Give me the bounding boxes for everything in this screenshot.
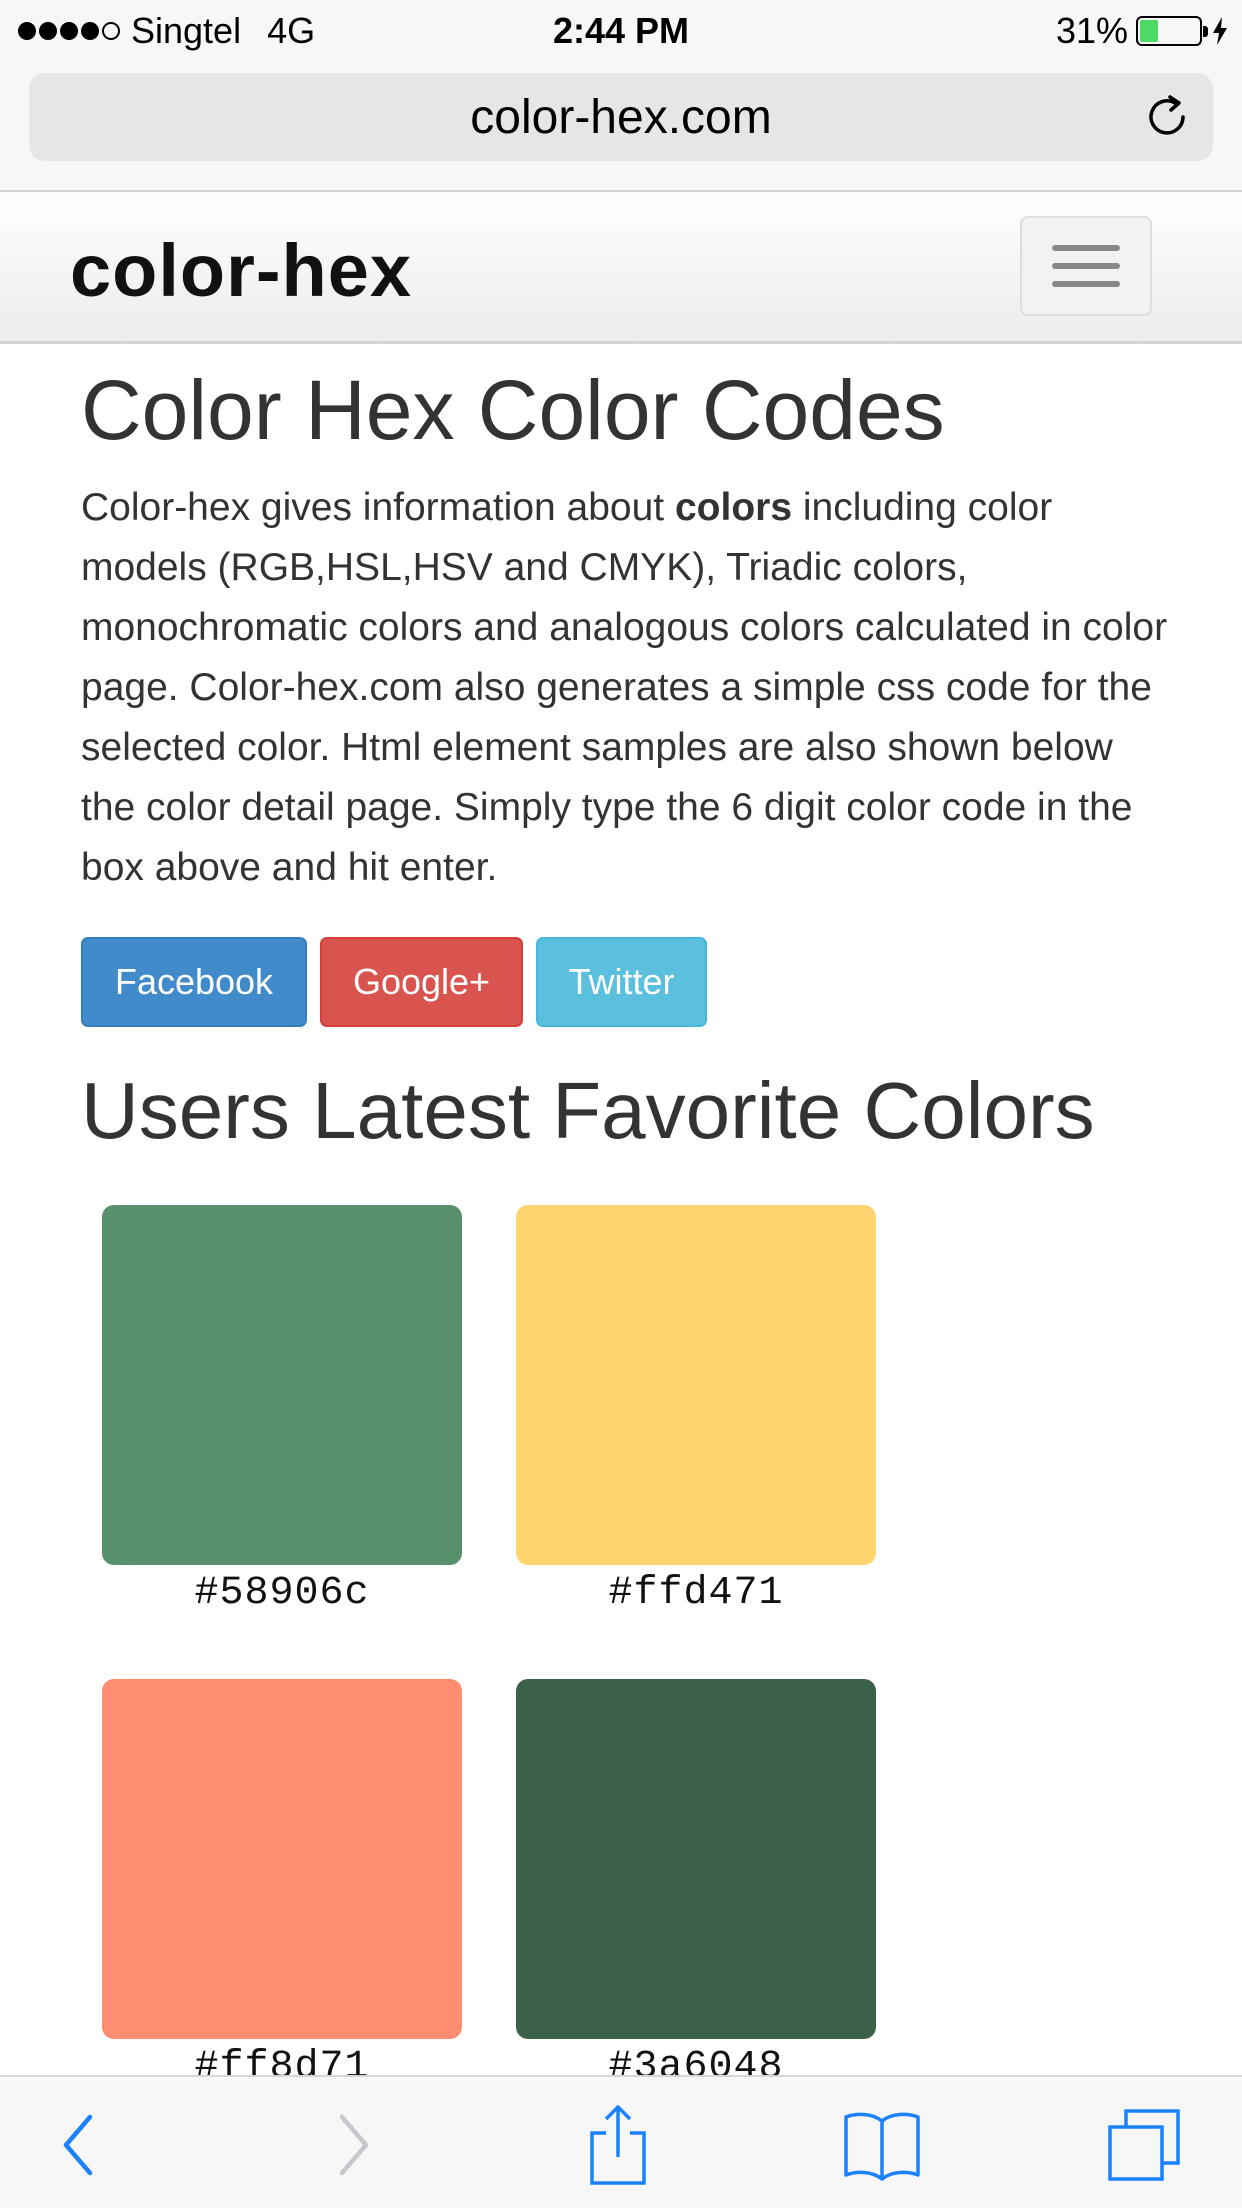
color-swatch[interactable] — [102, 1205, 462, 1565]
bookmarks-icon[interactable] — [842, 2105, 922, 2185]
battery-percent: 31% — [1055, 10, 1128, 51]
intro-paragraph: Color-hex gives information about colors… — [81, 478, 1171, 898]
status-right: 31% — [1056, 10, 1228, 52]
hamburger-menu-button[interactable] — [1020, 216, 1152, 316]
tabs-icon[interactable] — [1104, 2105, 1184, 2185]
share-buttons: Facebook Google+ Twitter — [81, 937, 1181, 1027]
color-swatch-item[interactable]: #3a6048 — [516, 1679, 876, 2090]
back-icon[interactable] — [38, 2105, 118, 2185]
site-navbar: color-hex — [0, 192, 1242, 344]
favorites-heading: Users Latest Favorite Colors — [81, 1066, 1095, 1155]
menu-icon-bar — [1052, 245, 1120, 251]
url-field[interactable]: color-hex.com — [29, 73, 1213, 161]
site-logo[interactable]: color-hex — [70, 228, 412, 313]
menu-icon-bar — [1052, 281, 1120, 287]
battery-icon — [1136, 16, 1208, 46]
color-swatch-item[interactable]: #ffd471 — [516, 1205, 876, 1616]
color-swatch[interactable] — [516, 1205, 876, 1565]
page-title: Color Hex Color Codes — [81, 363, 945, 457]
menu-icon-bar — [1052, 263, 1120, 269]
color-swatch-item[interactable]: #ff8d71 — [102, 1679, 462, 2090]
google-plus-button[interactable]: Google+ — [320, 937, 523, 1027]
color-swatch[interactable] — [102, 1679, 462, 2039]
browser-toolbar — [0, 2075, 1242, 2208]
color-code-label[interactable]: #ffd471 — [516, 1571, 876, 1616]
color-swatch[interactable] — [516, 1679, 876, 2039]
color-swatch-item[interactable]: #58906c — [102, 1205, 462, 1616]
battery-level — [1140, 20, 1158, 42]
main-content: Color Hex Color Codes Color-hex gives in… — [81, 344, 1181, 1161]
forward-icon[interactable] — [314, 2105, 394, 2185]
color-code-label[interactable]: #58906c — [102, 1571, 462, 1616]
charging-bolt-icon — [1212, 17, 1228, 45]
twitter-button[interactable]: Twitter — [536, 937, 707, 1027]
url-text: color-hex.com — [470, 90, 772, 144]
facebook-button[interactable]: Facebook — [81, 937, 307, 1027]
intro-bold-link[interactable]: colors — [675, 486, 792, 529]
reload-icon[interactable] — [1143, 93, 1191, 141]
status-bar: Singtel 4G 2:44 PM 31% — [0, 0, 1242, 62]
browser-address-bar: color-hex.com — [0, 62, 1242, 192]
intro-text-start: Color-hex gives information about — [81, 486, 675, 529]
share-icon[interactable] — [578, 2105, 658, 2185]
intro-text-end: including color models (RGB,HSL,HSV and … — [81, 486, 1168, 889]
